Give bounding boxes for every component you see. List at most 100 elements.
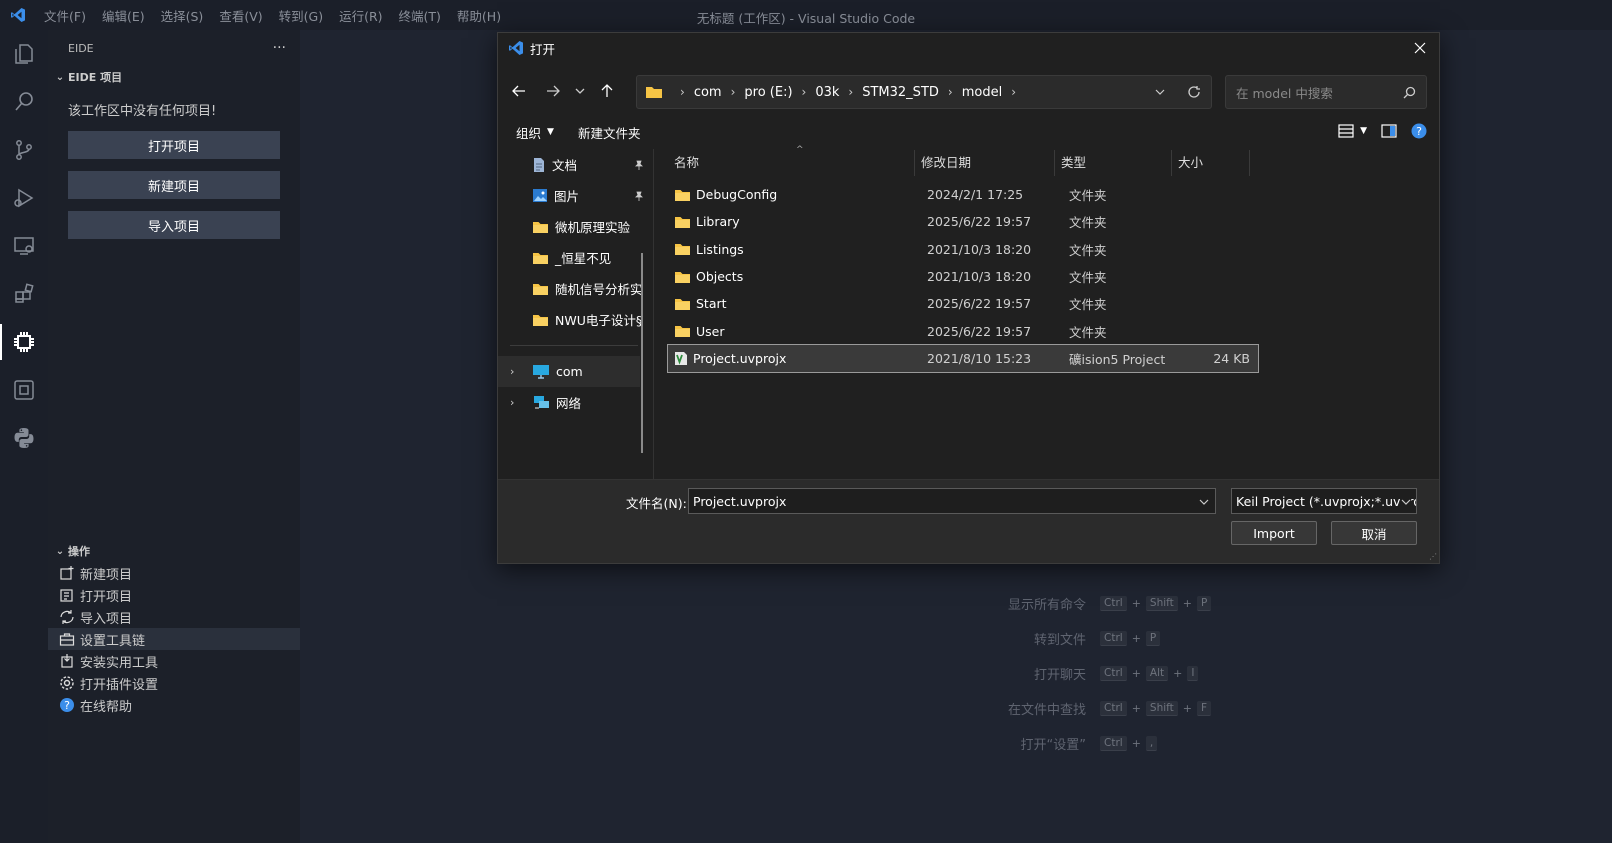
file-row[interactable]: DebugConfig 2024/2/1 17:25 文件夹: [668, 181, 1258, 208]
nav-quick-access-item[interactable]: 随机信号分析实: [498, 273, 650, 304]
menu-item[interactable]: 文件(F): [36, 6, 94, 25]
op-set-toolchain[interactable]: 设置工具链: [48, 628, 300, 650]
breadcrumb-separator-icon[interactable]: ›: [680, 85, 685, 99]
back-arrow-icon[interactable]: [504, 76, 534, 106]
column-size[interactable]: 大小: [1172, 150, 1250, 176]
address-bar[interactable]: › com › pro (E:) › 03k › STM32_STD › model ›: [636, 75, 1212, 109]
open-project-button[interactable]: 打开项目: [68, 131, 280, 159]
explorer-icon[interactable]: [0, 30, 48, 78]
file-row[interactable]: Start 2025/6/22 19:57 文件夹: [668, 290, 1258, 317]
menu-item[interactable]: 编辑(E): [94, 6, 153, 25]
refresh-icon[interactable]: [1177, 85, 1211, 99]
recent-locations-chevron-icon[interactable]: [568, 76, 592, 106]
search-box[interactable]: 在 model 中搜索: [1225, 75, 1427, 109]
eide-project-section-header[interactable]: ⌄ EIDE 项目: [48, 66, 300, 88]
operations-section-header[interactable]: ⌄ 操作: [48, 540, 300, 562]
file-row[interactable]: Objects 2021/10/3 18:20 文件夹: [668, 263, 1258, 290]
new-folder-button[interactable]: 新建文件夹: [566, 123, 653, 142]
column-name[interactable]: 名称: [668, 150, 915, 176]
menu-item[interactable]: 运行(R): [331, 6, 390, 25]
pane-splitter[interactable]: [653, 149, 654, 513]
shortcut-label[interactable]: 在文件中查找: [960, 699, 1100, 718]
op-open-project[interactable]: 打开项目: [48, 584, 300, 606]
dialog-titlebar: 打开: [498, 33, 1439, 63]
chevron-right-icon[interactable]: ›: [510, 396, 514, 409]
op-new-project[interactable]: 新建项目: [48, 562, 300, 584]
op-install-utilities[interactable]: 安装实用工具: [48, 650, 300, 672]
view-options-icon[interactable]: ▼: [1338, 124, 1367, 138]
import-project-button[interactable]: 导入项目: [68, 211, 280, 239]
op-plugin-settings[interactable]: 打开插件设置: [48, 672, 300, 694]
shortcut-label[interactable]: 打开聊天: [960, 664, 1100, 683]
breadcrumb-item[interactable]: com: [694, 85, 722, 100]
op-online-help[interactable]: ? 在线帮助: [48, 694, 300, 716]
address-history-chevron-icon[interactable]: [1143, 87, 1177, 97]
menu-item[interactable]: 转到(G): [271, 6, 331, 25]
file-row[interactable]: Listings 2021/10/3 18:20 文件夹: [668, 236, 1258, 263]
file-row[interactable]: User 2025/6/22 19:57 文件夹: [668, 317, 1258, 344]
filename-input[interactable]: Project.uvprojx: [688, 488, 1216, 514]
menu-item[interactable]: 终端(T): [391, 6, 449, 25]
column-type[interactable]: 类型: [1055, 150, 1172, 176]
menu-item[interactable]: 选择(S): [153, 6, 212, 25]
import-button[interactable]: Import: [1231, 521, 1317, 545]
remote-explorer-icon[interactable]: [0, 222, 48, 270]
source-control-icon[interactable]: [0, 126, 48, 174]
column-date[interactable]: 修改日期: [915, 150, 1055, 176]
resize-grip-icon[interactable]: ⋰: [1429, 552, 1437, 561]
breadcrumb-separator-icon[interactable]: ›: [948, 85, 953, 99]
extensions-icon[interactable]: [0, 270, 48, 318]
shortcut-label[interactable]: 显示所有命令: [960, 594, 1100, 613]
breadcrumb-separator-icon[interactable]: ›: [731, 85, 736, 99]
preview-pane-icon[interactable]: [1381, 124, 1397, 138]
eide-chip-icon[interactable]: [0, 318, 48, 366]
search-input[interactable]: 在 model 中搜索: [1236, 83, 1333, 102]
up-arrow-icon[interactable]: [592, 76, 622, 106]
chevron-down-icon[interactable]: [1199, 495, 1209, 510]
nav-quick-access-item[interactable]: 图片: [498, 180, 650, 211]
pin-icon: [634, 158, 644, 173]
python-icon[interactable]: [0, 414, 48, 462]
device-icon[interactable]: [0, 366, 48, 414]
new-project-button[interactable]: 新建项目: [68, 171, 280, 199]
nav-quick-access-item[interactable]: 文档: [498, 149, 650, 180]
menu-item[interactable]: 帮助(H): [449, 6, 509, 25]
forward-arrow-icon[interactable]: [538, 76, 568, 106]
nav-pane-scrollbar[interactable]: [641, 253, 643, 453]
menu-item[interactable]: 查看(V): [211, 6, 270, 25]
breadcrumb-separator-icon[interactable]: ›: [848, 85, 853, 99]
file-row[interactable]: Library 2025/6/22 19:57 文件夹: [668, 208, 1258, 235]
breadcrumb-item[interactable]: STM32_STD: [862, 85, 939, 100]
nav-quick-access-item[interactable]: NWU电子设计§: [498, 304, 650, 335]
run-debug-icon[interactable]: [0, 174, 48, 222]
file-type-filter[interactable]: Keil Project (*.uvprojx;*.uvproj): [1231, 488, 1417, 514]
picture-icon: [532, 188, 548, 203]
shortcut-label[interactable]: 打开“设置”: [960, 734, 1100, 753]
nav-quick-access-item[interactable]: 微机原理实验: [498, 211, 650, 242]
svg-text:?: ?: [64, 699, 70, 712]
key-plus: +: [1131, 702, 1141, 715]
shortcut-label[interactable]: 转到文件: [960, 629, 1100, 648]
cancel-button[interactable]: 取消: [1331, 521, 1417, 545]
chevron-down-icon[interactable]: [1401, 495, 1411, 510]
breadcrumb-item[interactable]: 03k: [815, 85, 839, 100]
nav-item-label: 网络: [556, 396, 582, 411]
breadcrumb-separator-icon[interactable]: ›: [802, 85, 807, 99]
nav-location-item[interactable]: › 网络: [498, 387, 650, 418]
file-row[interactable]: Project.uvprojx 2021/8/10 15:23 礦ision5 Pr…: [667, 343, 1259, 374]
breadcrumb-item[interactable]: model: [962, 85, 1002, 100]
breadcrumb-separator-icon[interactable]: ›: [1011, 85, 1016, 99]
breadcrumb-item[interactable]: pro (E:): [744, 85, 792, 100]
more-actions-button[interactable]: ···: [273, 40, 286, 56]
chevron-right-icon[interactable]: ›: [510, 365, 514, 378]
nav-quick-access-item[interactable]: _恒星不见: [498, 242, 650, 273]
close-icon[interactable]: [1409, 37, 1431, 59]
file-type: 文件夹: [1069, 270, 1107, 286]
filename-value: Project.uvprojx: [693, 493, 787, 509]
op-import-project[interactable]: 导入项目: [48, 606, 300, 628]
nav-location-item[interactable]: › com: [498, 356, 640, 387]
organize-menu[interactable]: 组织 ▼: [498, 123, 566, 142]
keycap: ,: [1145, 736, 1158, 751]
help-icon[interactable]: ?: [1411, 123, 1427, 139]
search-icon[interactable]: [0, 78, 48, 126]
